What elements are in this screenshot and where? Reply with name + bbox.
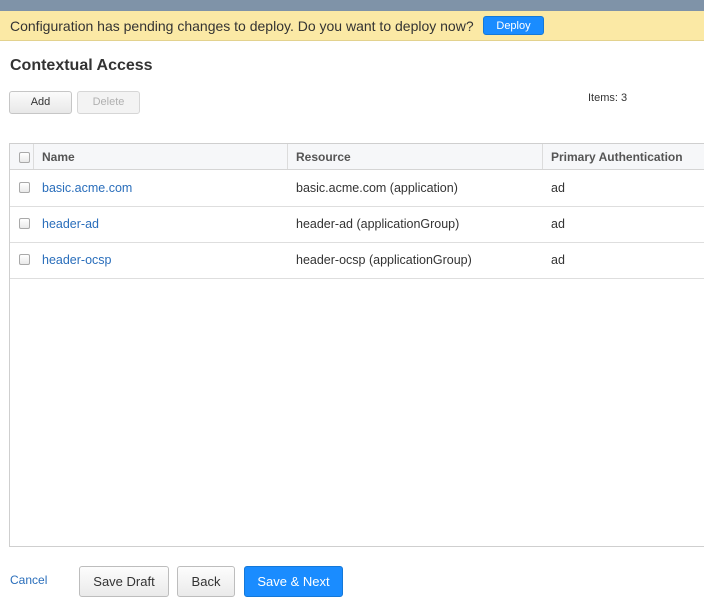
row-checkbox[interactable] <box>19 254 30 265</box>
add-button[interactable]: Add <box>9 91 72 114</box>
select-all-checkbox[interactable] <box>19 152 30 163</box>
row-name-link[interactable]: header-ad <box>42 217 99 231</box>
save-and-next-button[interactable]: Save & Next <box>244 566 343 597</box>
table-row: header-ocsp header-ocsp (applicationGrou… <box>10 242 704 279</box>
top-strip <box>0 0 704 11</box>
delete-button[interactable]: Delete <box>77 91 140 114</box>
row-checkbox[interactable] <box>19 218 30 229</box>
row-primary-authentication: ad <box>551 217 565 231</box>
table-row: basic.acme.com basic.acme.com (applicati… <box>10 170 704 207</box>
row-resource: basic.acme.com (application) <box>296 181 458 195</box>
banner-message: Configuration has pending changes to dep… <box>10 18 474 34</box>
column-header-primary-authentication[interactable]: Primary Authentication <box>551 150 683 164</box>
row-name-link[interactable]: header-ocsp <box>42 253 112 267</box>
column-header-resource[interactable]: Resource <box>296 150 351 164</box>
row-resource: header-ad (applicationGroup) <box>296 217 460 231</box>
row-primary-authentication: ad <box>551 253 565 267</box>
row-resource: header-ocsp (applicationGroup) <box>296 253 472 267</box>
column-separator <box>287 144 288 169</box>
page-title: Contextual Access <box>10 57 153 74</box>
contextual-access-table: Name Resource Primary Authentication bas… <box>9 143 704 547</box>
items-count: Items: 3 <box>588 92 628 104</box>
deploy-notification-banner: Configuration has pending changes to dep… <box>0 11 704 41</box>
deploy-button[interactable]: Deploy <box>483 16 544 35</box>
back-button[interactable]: Back <box>177 566 235 597</box>
row-name-link[interactable]: basic.acme.com <box>42 181 132 195</box>
column-header-name[interactable]: Name <box>42 150 75 164</box>
column-separator <box>33 144 34 169</box>
cancel-link[interactable]: Cancel <box>10 573 47 587</box>
row-checkbox[interactable] <box>19 182 30 193</box>
table-row: header-ad header-ad (applicationGroup) a… <box>10 206 704 243</box>
save-draft-button[interactable]: Save Draft <box>79 566 169 597</box>
table-header: Name Resource Primary Authentication <box>10 144 704 170</box>
row-primary-authentication: ad <box>551 181 565 195</box>
column-separator <box>542 144 543 169</box>
